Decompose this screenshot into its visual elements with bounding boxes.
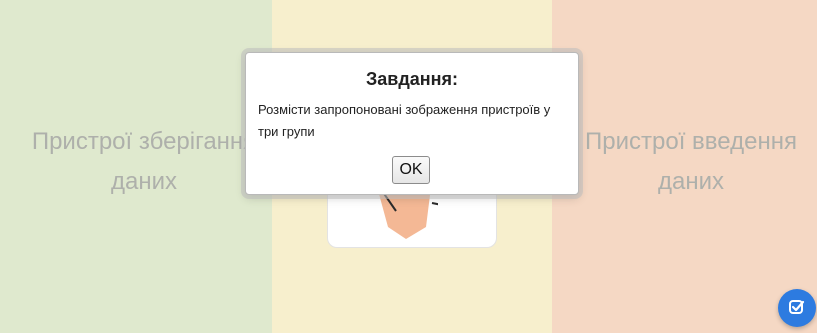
check-button[interactable]: [778, 289, 816, 327]
dialog-title: Завдання:: [365, 69, 459, 89]
dialog-message: Розмісти запропоновані зображення пристр…: [258, 102, 551, 139]
ok-button[interactable]: OK: [392, 156, 430, 184]
group-label-input: Пристрої введення даних: [585, 128, 797, 195]
check-edit-icon: [789, 300, 805, 314]
task-dialog: Завдання: Розмісти запропоновані зображе…: [245, 52, 579, 195]
activity-stage: Пристрої зберігання даних Пристрої введе…: [0, 0, 817, 333]
group-label-storage: Пристрої зберігання даних: [31, 128, 257, 195]
